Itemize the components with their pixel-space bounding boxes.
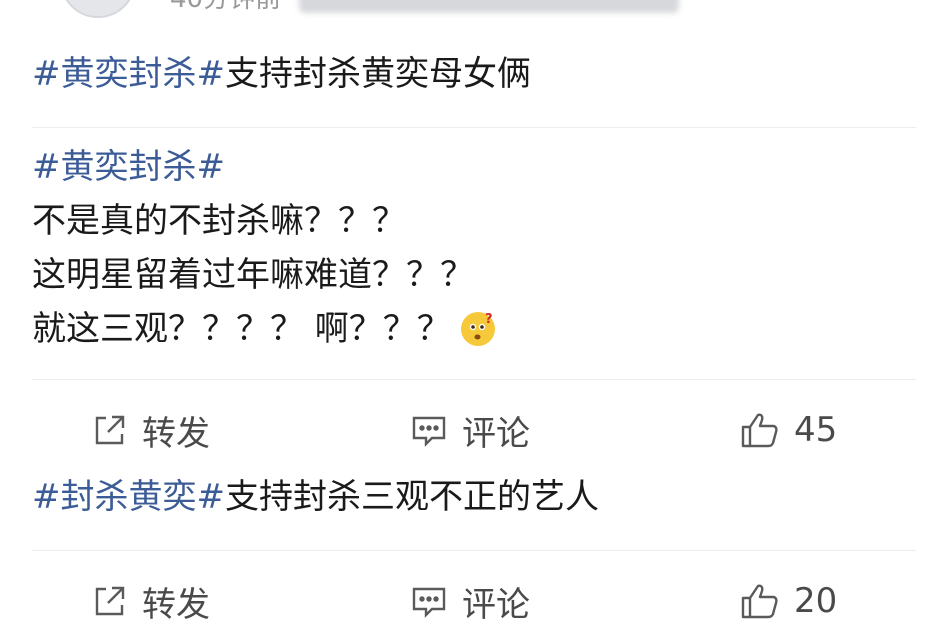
like-button[interactable]: 20 [740,571,837,631]
repost-icon [95,415,125,445]
post-text: 支持封杀黄奕母女俩 [224,54,531,94]
post-time: 40分钟前 [170,0,281,14]
divider [32,379,916,380]
thumbs-up-icon [741,584,778,619]
post-line-with-emoji: 就这三观？？？？ 啊？？？? [32,302,495,356]
repost-button[interactable]: 转发 [92,571,210,631]
hashtag-link[interactable]: #黄奕封杀# [32,54,225,94]
weibo-comment-feed: 40分钟前 #黄奕封杀#支持封杀黄奕母女俩 #黄奕封杀# 不是真的不封杀嘛？？？… [0,0,948,638]
post-line: 不是真的不封杀嘛？？？ [32,201,406,241]
like-button[interactable]: 45 [740,400,837,460]
repost-label: 转发 [142,413,210,454]
svg-text:?: ? [485,312,493,327]
action-bar: 转发 评论 20 [0,571,948,631]
comment-icon [412,587,446,618]
comment-button[interactable]: 评论 [410,400,530,460]
comment-button[interactable]: 评论 [410,571,530,631]
avatar[interactable] [60,0,136,18]
repost-label: 转发 [142,584,210,625]
post-line: 这明星留着过年嘛难道？？？ [32,255,474,295]
question-face-emoji: ? [460,312,495,346]
repost-button[interactable]: 转发 [92,400,210,460]
comment-label: 评论 [462,413,530,454]
hashtag-link[interactable]: #封杀黄奕# [32,477,225,517]
repost-icon [95,586,125,616]
thumbs-up-icon [741,413,778,448]
post-2: #黄奕封杀# 不是真的不封杀嘛？？？ 这明星留着过年嘛难道？？？ 就这三观？？？… [32,140,495,356]
post-1: #黄奕封杀#支持封杀黄奕母女俩 [32,47,531,101]
hashtag-link[interactable]: #黄奕封杀# [32,147,225,187]
post-3: #封杀黄奕#支持封杀三观不正的艺人 [32,470,599,524]
blurred-source-text [299,0,680,13]
post-meta: 40分钟前 [170,0,680,15]
action-bar: 转发 评论 45 [0,400,948,460]
like-count: 20 [794,581,838,621]
post-line: 就这三观？？？？ 啊？？？ [32,309,451,349]
divider [32,127,916,128]
divider [32,550,916,551]
like-count: 45 [794,410,838,450]
comment-label: 评论 [462,584,530,625]
post-text: 支持封杀三观不正的艺人 [224,477,599,517]
comment-icon [412,416,446,447]
